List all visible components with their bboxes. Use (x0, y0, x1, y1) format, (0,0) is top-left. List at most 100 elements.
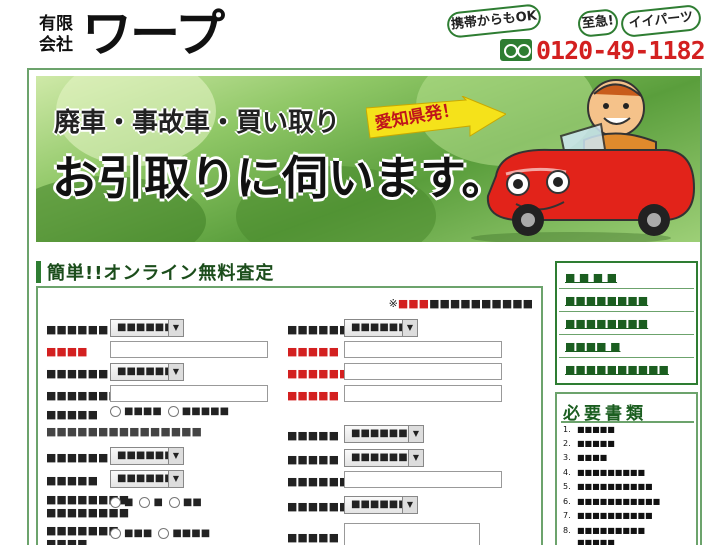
required-note: ※■■■■■■■■■■■■■ (389, 297, 533, 310)
left-note: ■■■■■■■■■■■■■■■ (46, 425, 202, 438)
required-documents: 必要書類 1. ■■■■■ 2. ■■■■■ 3. ■■■■ 4. ■■■■■■■■■ … (555, 392, 698, 545)
radio-button[interactable] (167, 406, 179, 417)
docs-list-item: ■■■■■ (563, 537, 615, 545)
docs-list-item: 7. ■■■■■■■■■■ (563, 510, 653, 521)
radio-button[interactable] (139, 497, 151, 508)
chevron-down-icon: ▼ (168, 471, 183, 487)
radio-label: ■ (124, 497, 134, 508)
radio-label: ■■■■■ (181, 406, 230, 417)
right-row8-select[interactable]: ■■■■■■■ ▼ (344, 496, 418, 514)
assessment-form-section: 簡単!!オンライン無料査定 ※■■■■■■■■■■■■■ ■■■■■■ ■■■■… (36, 258, 543, 545)
form-title: 簡単!!オンライン無料査定 (47, 262, 275, 284)
right-row2-input[interactable] (344, 341, 502, 358)
required-suffix: ■■■■■■■■■■ (429, 297, 533, 310)
docs-item-number: 8. (563, 526, 571, 535)
right-row1-select[interactable]: ■■■■■■■ ▼ (344, 319, 418, 337)
left-row7-label: ■■■■■ (46, 474, 98, 487)
radio-option[interactable]: ■■ (168, 497, 202, 508)
docs-list-item: 4. ■■■■■■■■■ (563, 467, 645, 478)
radio-label: ■■ (182, 497, 202, 508)
chevron-down-icon: ▼ (168, 364, 183, 380)
freedial-icon (500, 39, 532, 61)
chevron-down-icon: ▼ (402, 320, 417, 336)
hero-banner: 愛知県発！ 廃車・事故車・買い取り お引取りに伺います。 (36, 76, 700, 242)
right-row9-label: ■■■■■ (287, 531, 339, 544)
right-row5-select[interactable]: ■■■■■■■ ▼ (344, 425, 424, 443)
bubble-urgent: 至急! (576, 7, 620, 39)
form-title-bar: 簡単!!オンライン無料査定 (36, 258, 543, 285)
docs-list-item: 6. ■■■■■■■■■■■ (563, 496, 660, 507)
radio-button[interactable] (110, 497, 121, 508)
radio-label: ■■■■ (172, 528, 211, 539)
docs-list-item: 2. ■■■■■ (563, 438, 615, 449)
required-mark: ■■■ (397, 297, 430, 310)
right-row9-textarea[interactable] (344, 523, 480, 545)
docs-item-number: 2. (563, 439, 571, 448)
right-row6-label: ■■■■■ (287, 453, 339, 466)
radio-button[interactable] (168, 497, 180, 508)
radio-button[interactable] (110, 406, 121, 417)
sidebar-item-4[interactable]: ■■■■ ■ (559, 336, 694, 358)
docs-item-number: 3. (563, 453, 571, 462)
docs-item-text: ■■■■■■■■■ (577, 468, 646, 477)
bubble-parts: イイパーツ (619, 3, 703, 39)
chevron-down-icon: ▼ (168, 320, 183, 336)
banner-subheadline: お引取りに伺います。 (52, 151, 508, 205)
docs-item-text: ■■■■■ (577, 538, 615, 545)
right-row4-label: ■■■■■ (287, 389, 339, 402)
bubble-mobile-ok: 携帯からもOK (445, 3, 543, 39)
radio-option[interactable]: ■■■■ (110, 406, 162, 417)
radio-option[interactable]: ■■■ (110, 528, 152, 539)
docs-item-text: ■■■■■■■■■■ (577, 511, 653, 520)
right-row3-input[interactable] (344, 363, 502, 380)
docs-item-text: ■■■■■ (577, 439, 615, 448)
right-row3-label: ■■■■■■ (287, 367, 350, 380)
site-header: 有限 会社 ワープ 携帯からもOK 至急! イイパーツ 0120-49-1182 (0, 0, 727, 68)
left-row9-label-a: ■■■■■■■ (46, 524, 119, 537)
sidebar-item-5[interactable]: ■■■■■■■■■■ (559, 359, 694, 381)
phone-row[interactable]: 0120-49-1182 (500, 35, 706, 65)
left-row4-input[interactable] (110, 385, 268, 402)
docs-item-number: 7. (563, 511, 571, 520)
left-row7-select[interactable]: ■■■■■■■ ▼ (110, 470, 184, 488)
company-type-line1: 有限 (39, 14, 73, 34)
radio-button[interactable] (158, 528, 170, 539)
radio-option[interactable]: ■ (110, 497, 133, 508)
left-row8-radio-group: ■ ■ ■■ (110, 497, 208, 508)
divider (561, 421, 694, 423)
company-type-line2: 会社 (39, 35, 73, 55)
docs-item-number: 1. (563, 425, 571, 434)
radio-label: ■■■■ (124, 406, 162, 417)
right-row8-label: ■■■■■■ (287, 500, 350, 513)
sidebar-item-3[interactable]: ■■■■■■■■ (559, 313, 694, 335)
title-marker (36, 260, 41, 283)
right-row7-input[interactable] (344, 471, 502, 488)
banner-headline: 廃車・事故車・買い取り (54, 108, 341, 138)
left-row2-label: ■■■■ (46, 345, 88, 358)
left-row2-input[interactable] (110, 341, 268, 358)
radio-button[interactable] (110, 528, 121, 539)
right-row4-input[interactable] (344, 385, 502, 402)
chevron-down-icon: ▼ (402, 497, 417, 513)
docs-item-number: 6. (563, 497, 571, 506)
left-row1-select[interactable]: ■■■■■■■ ▼ (110, 319, 184, 337)
docs-list-item: 3. ■■■■ (563, 452, 607, 463)
docs-item-text: ■■■■■■■■■■■ (577, 497, 661, 506)
left-row9-radio-group: ■■■ ■■■■ (110, 528, 216, 539)
left-row1-label: ■■■■■■ (46, 323, 109, 336)
radio-label: ■ (153, 497, 163, 508)
company-logo[interactable]: ワープ (82, 5, 225, 63)
radio-option[interactable]: ■ (139, 497, 163, 508)
left-row6-select[interactable]: ■■■■■■■ ▼ (110, 447, 184, 465)
radio-option[interactable]: ■■■■ (158, 528, 210, 539)
docs-item-text: ■■■■■ (577, 425, 615, 434)
left-row3-select[interactable]: ■■■■■■■ ▼ (110, 363, 184, 381)
phone-number[interactable]: 0120-49-1182 (536, 36, 706, 65)
radio-option[interactable]: ■■■■■ (167, 406, 230, 417)
docs-list-item: 8. ■■■■■■■■■ (563, 525, 645, 536)
docs-item-text: ■■■■ (577, 453, 608, 462)
required-prefix: ※ (388, 297, 398, 310)
sidebar-item-1[interactable]: ■ ■ ■ ■ (559, 267, 694, 289)
right-row6-select[interactable]: ■■■■■■■ ▼ (344, 449, 424, 467)
sidebar-item-2[interactable]: ■■■■■■■■ (559, 290, 694, 312)
